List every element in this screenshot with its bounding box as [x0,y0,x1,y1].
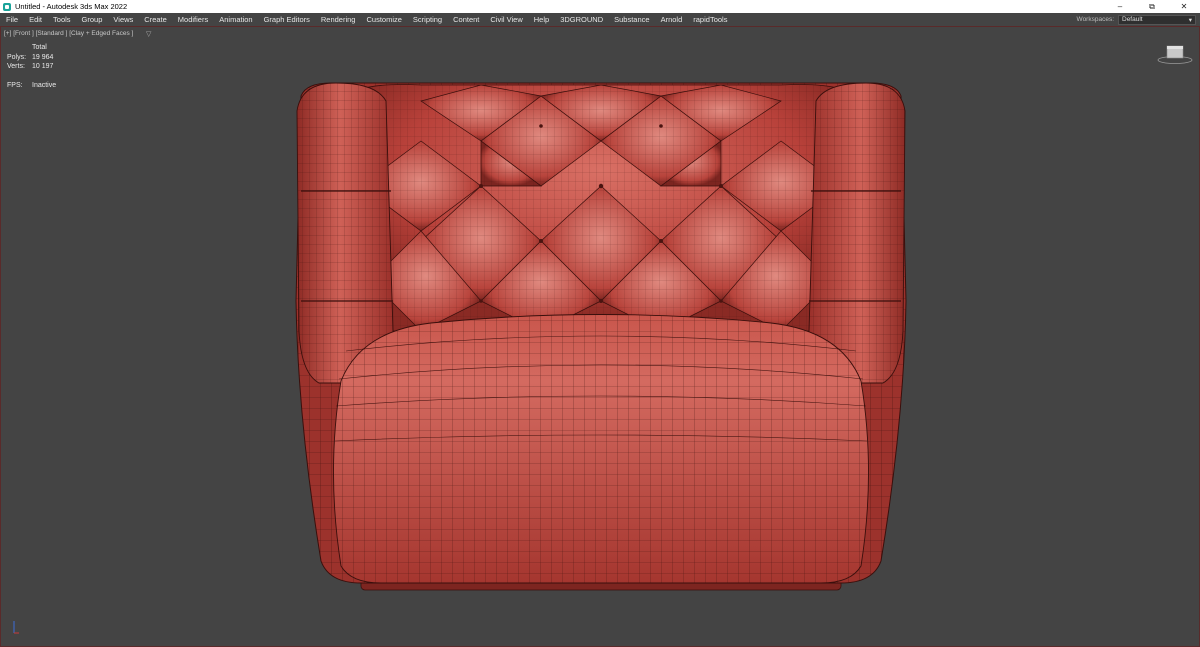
menu-animation[interactable]: Animation [214,15,258,24]
menu-file[interactable]: File [0,15,24,24]
menu-tools[interactable]: Tools [48,15,77,24]
chevron-down-icon: ▾ [1188,16,1192,24]
filter-icon[interactable]: ▽ [146,30,151,38]
menu-bar: File Edit Tools Group Views Create Modif… [0,13,1200,26]
axis-tripod-icon [13,621,19,634]
viewport-label[interactable]: [+] [Front ] [Standard ] [Clay + Edged F… [4,30,133,37]
menu-rendering[interactable]: Rendering [316,15,362,24]
menu-graph-editors[interactable]: Graph Editors [259,15,316,24]
restore-button[interactable]: ⧉ [1136,0,1168,13]
window-title: Untitled - Autodesk 3ds Max 2022 [15,2,128,11]
armchair-model[interactable] [1,27,1199,646]
menu-group[interactable]: Group [77,15,109,24]
viewport-statistics: Total Polys: 19 964 Verts: 10 197 FPS: Inac… [7,43,56,90]
menu-views[interactable]: Views [108,15,139,24]
menu-content[interactable]: Content [448,15,485,24]
fps-label: FPS: [7,81,23,89]
front-viewport[interactable]: [+] [Front ] [Standard ] [Clay + Edged F… [0,26,1200,647]
verts-value: 10 197 [32,63,54,70]
workspaces-label: Workspaces: [1076,16,1114,23]
title-bar: Untitled - Autodesk 3ds Max 2022 – ⧉ ✕ [0,0,1200,13]
menu-modifiers[interactable]: Modifiers [173,15,214,24]
app-icon[interactable] [3,2,11,11]
polys-label: Polys: [7,53,27,61]
menu-create[interactable]: Create [139,15,173,24]
menu-arnold[interactable]: Arnold [656,15,689,24]
menu-edit[interactable]: Edit [24,15,48,24]
workspace-value: Default [1122,16,1143,23]
menu-customize[interactable]: Customize [361,15,407,24]
stats-total-label: Total [32,44,47,51]
menu-civil-view[interactable]: Civil View [485,15,528,24]
fps-value: Inactive [32,81,57,89]
minimize-button[interactable]: – [1104,0,1136,13]
close-button[interactable]: ✕ [1168,0,1200,13]
viewcube-icon[interactable] [1157,43,1193,65]
polys-value: 19 964 [32,53,54,61]
menu-3dground[interactable]: 3DGROUND [555,15,609,24]
menu-help[interactable]: Help [529,15,555,24]
menu-rapidtools[interactable]: rapidTools [688,15,733,24]
stats-spacer [7,43,32,53]
menu-substance[interactable]: Substance [609,15,655,24]
menu-scripting[interactable]: Scripting [408,15,448,24]
workspace-dropdown[interactable]: Default ▾ [1118,14,1196,25]
verts-label: Verts: [7,63,25,70]
